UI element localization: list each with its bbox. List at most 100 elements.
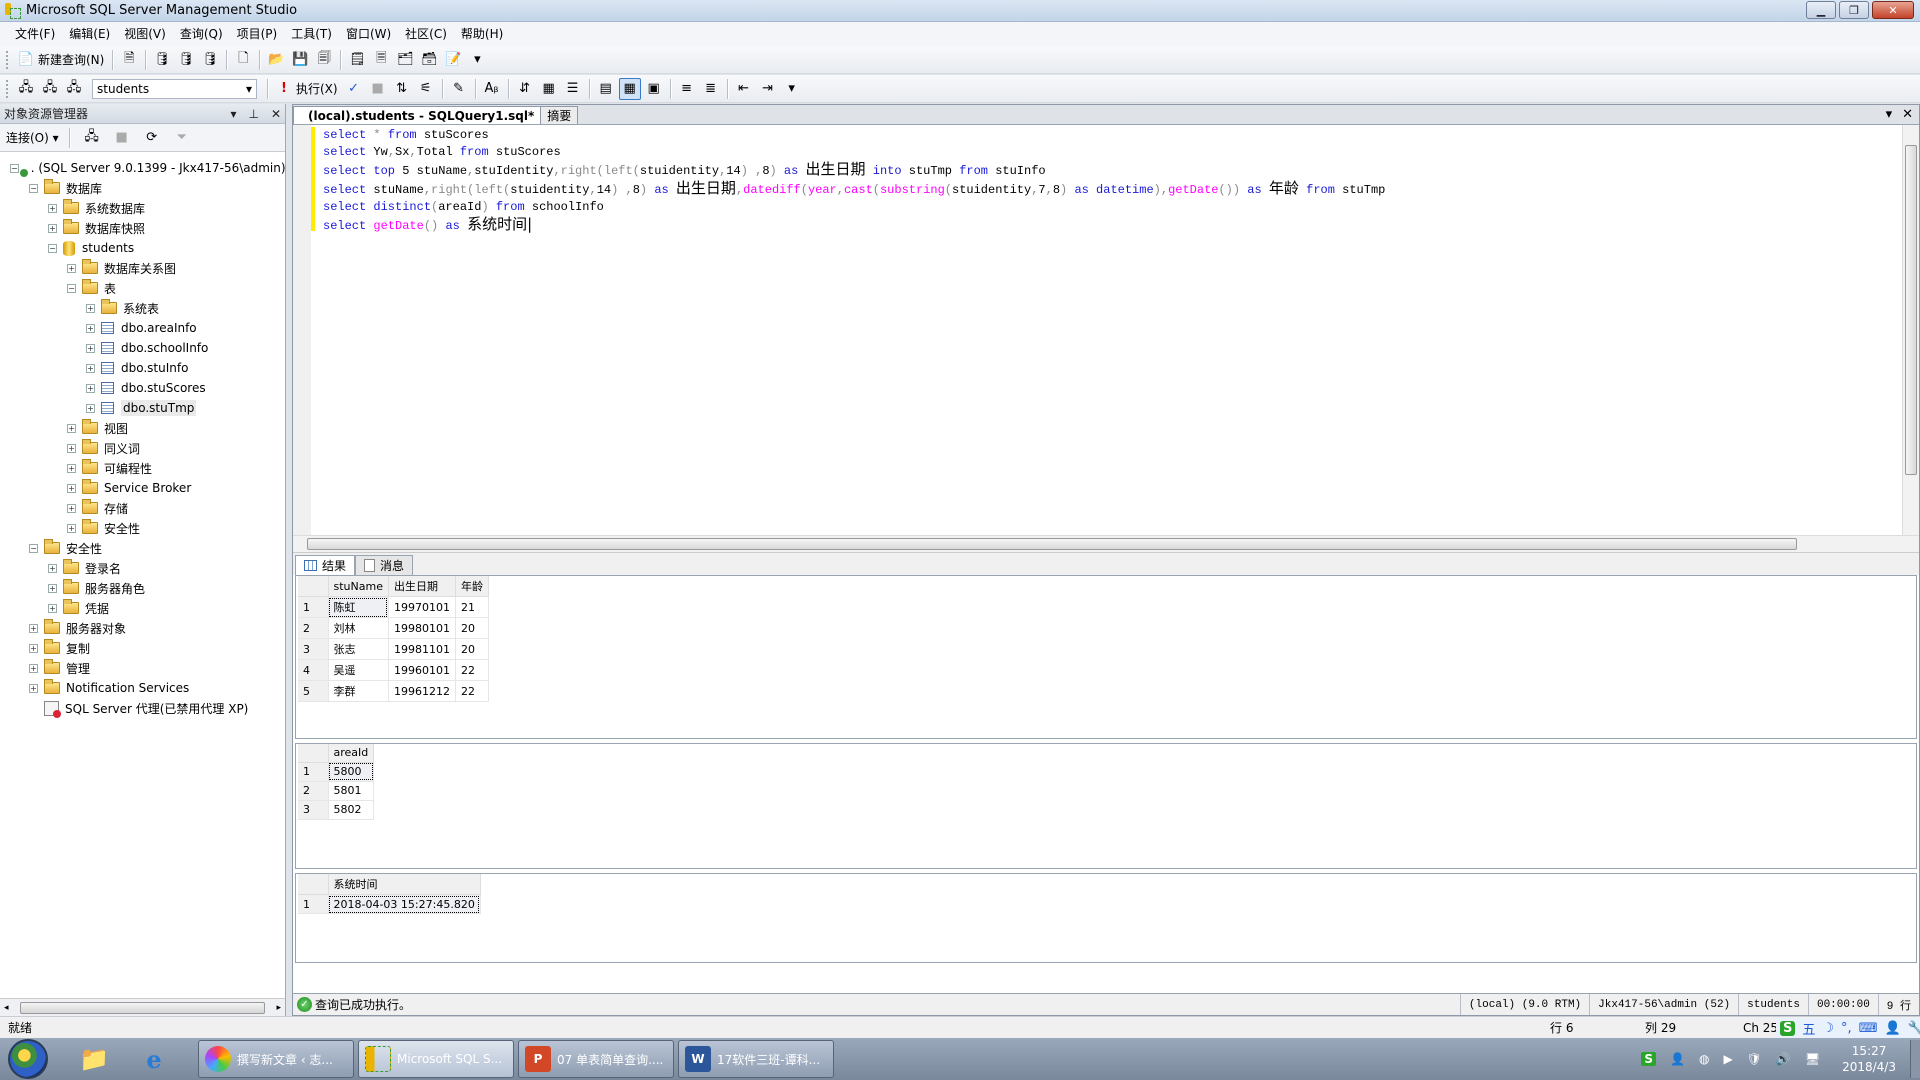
- table-cell[interactable]: 5801: [328, 781, 375, 801]
- row-number[interactable]: 1: [298, 894, 329, 914]
- column-header[interactable]: areaId: [328, 744, 375, 763]
- row-number[interactable]: 1: [298, 762, 329, 782]
- table-cell[interactable]: 19970101: [388, 596, 456, 618]
- scroll-right-icon[interactable]: ▸: [276, 1003, 281, 1013]
- table-cell[interactable]: 5800: [328, 762, 375, 782]
- object-explorer-icon[interactable]: 🗂: [394, 49, 416, 71]
- object-explorer-hscrollbar[interactable]: ◂ ▸: [0, 998, 285, 1016]
- save-all-icon[interactable]: 🗐: [313, 49, 335, 71]
- tab-results[interactable]: 结果: [295, 555, 356, 575]
- column-header[interactable]: 出生日期: [388, 576, 456, 597]
- include-actual-plan-icon[interactable]: ⇵: [514, 78, 536, 100]
- tree-node[interactable]: + 登录名: [0, 558, 285, 578]
- close-document-icon[interactable]: ✕: [1902, 107, 1913, 122]
- taskbar-item-ssms[interactable]: Microsoft SQL S...: [358, 1040, 514, 1078]
- collapse-icon[interactable]: −: [29, 543, 38, 553]
- specify-template-values-icon[interactable]: ✎: [448, 78, 470, 100]
- sql-code[interactable]: select * from stuScores select Yw,Sx,Tota…: [323, 127, 1385, 235]
- collapse-icon[interactable]: −: [67, 283, 76, 293]
- result-grid-3[interactable]: 系统时间 1 2018-04-03 15:27:45.820: [295, 873, 1917, 963]
- tab-list-dropdown-icon[interactable]: ▾: [1886, 107, 1893, 122]
- table-cell[interactable]: 张志: [328, 638, 389, 660]
- results-to-grid-icon[interactable]: ▦: [618, 77, 641, 100]
- properties-icon[interactable]: 📝: [442, 49, 464, 71]
- table-cell[interactable]: 陈虹: [328, 596, 389, 618]
- expand-icon[interactable]: +: [48, 563, 57, 573]
- expand-icon[interactable]: +: [29, 663, 38, 673]
- table-cell[interactable]: 20: [455, 617, 489, 639]
- menu-file[interactable]: 文件(F): [8, 22, 62, 46]
- menu-window[interactable]: 窗口(W): [339, 22, 398, 46]
- tree-node[interactable]: + Notification Services: [0, 678, 285, 698]
- analysis-mdx-query-icon[interactable]: 🛢: [151, 49, 173, 71]
- punctuation-icon[interactable]: °,: [1841, 1021, 1852, 1036]
- tree-node[interactable]: + dbo.stuTmp: [0, 398, 285, 418]
- refresh-icon[interactable]: ⟳: [141, 127, 163, 149]
- expand-icon[interactable]: +: [48, 203, 57, 213]
- analysis-xmla-query-icon[interactable]: 🛢: [199, 49, 221, 71]
- intellisense-icon[interactable]: Aᵦ: [481, 78, 503, 100]
- execute-icon[interactable]: !: [273, 78, 295, 100]
- toolbar-options-icon[interactable]: ▾: [781, 78, 803, 100]
- toolbar-grip[interactable]: [6, 50, 10, 69]
- uncomment-icon[interactable]: ≣: [700, 78, 722, 100]
- connect-dropdown-button[interactable]: 连接(O) ▾: [6, 129, 59, 146]
- column-header[interactable]: stuName: [328, 576, 389, 597]
- corner-cell[interactable]: [298, 744, 329, 763]
- security-shield-tray-icon[interactable]: 🛡: [1747, 1052, 1762, 1066]
- expand-icon[interactable]: +: [67, 443, 76, 453]
- minimize-button[interactable]: ▁: [1806, 1, 1836, 19]
- increase-indent-icon[interactable]: ⇥: [757, 78, 779, 100]
- restore-button[interactable]: ❐: [1839, 1, 1869, 19]
- ie-quicklaunch-icon[interactable]: e: [134, 1043, 174, 1075]
- network-icon[interactable]: 🖥: [1805, 1052, 1820, 1066]
- tree-node[interactable]: + 可编程性: [0, 458, 285, 478]
- disconnect-icon[interactable]: 🖧: [39, 78, 61, 100]
- table-cell[interactable]: 22: [455, 680, 489, 702]
- new-query-button[interactable]: 新建查询(N): [38, 51, 104, 68]
- close-icon[interactable]: ✕: [271, 107, 281, 121]
- tree-node[interactable]: + 视图: [0, 418, 285, 438]
- expand-icon[interactable]: +: [86, 343, 95, 353]
- tree-node[interactable]: + dbo.stuScores: [0, 378, 285, 398]
- network-user-tray-icon[interactable]: 👤: [1670, 1052, 1685, 1066]
- menu-view[interactable]: 视图(V): [117, 22, 173, 46]
- pin-icon[interactable]: ⊥: [248, 107, 258, 121]
- sogou-ime-icon[interactable]: S: [1780, 1020, 1796, 1036]
- account-tray-icon[interactable]: ◍: [1699, 1052, 1709, 1066]
- expand-icon[interactable]: +: [86, 323, 95, 333]
- execute-button[interactable]: 执行(X): [296, 80, 338, 97]
- tree-node[interactable]: + 凭据: [0, 598, 285, 618]
- results-to-file-icon[interactable]: ▣: [643, 78, 665, 100]
- table-cell[interactable]: 李群: [328, 680, 389, 702]
- start-button[interactable]: [8, 1039, 48, 1079]
- analysis-dmx-query-icon[interactable]: 🛢: [175, 49, 197, 71]
- row-number[interactable]: 2: [298, 617, 329, 639]
- tree-node[interactable]: + 服务器对象: [0, 618, 285, 638]
- explorer-quicklaunch-icon[interactable]: 📁: [74, 1043, 114, 1075]
- tree-node[interactable]: + 管理: [0, 658, 285, 678]
- comment-out-icon[interactable]: ≡: [676, 78, 698, 100]
- volume-icon[interactable]: 🔊: [1776, 1052, 1791, 1066]
- summary-icon[interactable]: 🗏: [370, 49, 392, 71]
- sogou-tray-icon[interactable]: S: [1641, 1052, 1656, 1066]
- stop-icon[interactable]: ■: [111, 127, 133, 149]
- expand-icon[interactable]: +: [67, 523, 76, 533]
- tree-node[interactable]: + dbo.schoolInfo: [0, 338, 285, 358]
- table-cell[interactable]: 19980101: [388, 617, 456, 639]
- tab-messages[interactable]: 消息: [355, 555, 414, 575]
- table-cell[interactable]: 刘林: [328, 617, 389, 639]
- panel-dropdown-icon[interactable]: ▾: [230, 107, 236, 121]
- registered-servers-icon[interactable]: 🗒: [346, 49, 368, 71]
- expand-icon[interactable]: +: [48, 603, 57, 613]
- editor-vscrollbar[interactable]: [1902, 125, 1919, 535]
- expand-icon[interactable]: +: [29, 623, 38, 633]
- table-cell[interactable]: 19961212: [388, 680, 456, 702]
- collapse-icon[interactable]: −: [29, 183, 38, 193]
- row-number[interactable]: 2: [298, 781, 329, 801]
- table-cell[interactable]: 20: [455, 638, 489, 660]
- tree-node[interactable]: + Service Broker: [0, 478, 285, 498]
- tab-summary[interactable]: 摘要: [540, 106, 579, 124]
- toolbar-grip[interactable]: [6, 79, 10, 98]
- connect-icon[interactable]: 🖧: [15, 78, 37, 100]
